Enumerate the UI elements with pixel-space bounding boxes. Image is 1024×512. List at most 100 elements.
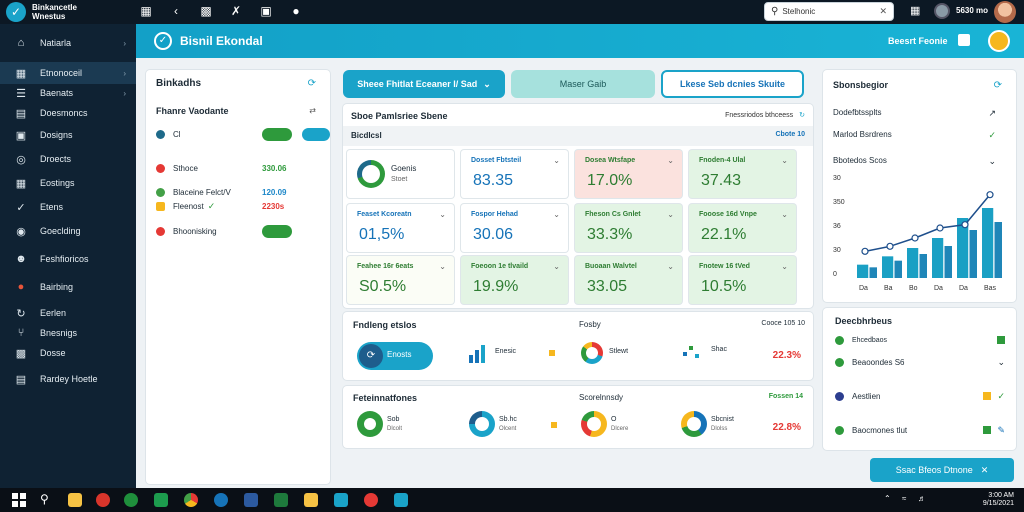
search-icon[interactable]: ⚲: [40, 492, 49, 506]
arrow-icon[interactable]: ↗: [988, 108, 996, 119]
kpi-card[interactable]: Feahee 16r 6eats S0.5% ⌄: [347, 256, 454, 304]
expand-icon[interactable]: ⇄: [309, 106, 316, 115]
chevron-down-icon[interactable]: ⌄: [667, 262, 674, 271]
list-item[interactable]: Sthoce 330.06: [156, 160, 322, 176]
app-icon[interactable]: [244, 493, 258, 507]
tab-secondary[interactable]: Maser Gaib: [511, 70, 655, 98]
refresh-icon[interactable]: ⟳: [308, 78, 316, 89]
check-icon[interactable]: ✓: [988, 130, 996, 141]
kpi-ring-card[interactable]: Goenis Stoet: [347, 150, 454, 198]
kpi-card[interactable]: Fospor Hehad 30.06 ⌄: [461, 204, 568, 252]
list-item[interactable]: Beaoondes S6 ⌄: [835, 354, 1005, 370]
image-icon[interactable]: ▣: [258, 4, 274, 18]
sidebar-item-natiarla[interactable]: ⌂ Natiarla ›: [0, 32, 136, 54]
app-icon[interactable]: [124, 493, 138, 507]
clock[interactable]: 3:00 AM 9/15/2021: [983, 492, 1014, 508]
wifi-icon[interactable]: ≈: [902, 494, 906, 503]
kpi-card[interactable]: Fnotew 16 tVed 10.5% ⌄: [689, 256, 796, 304]
list-item[interactable]: Baocmones tlut ✎: [835, 422, 1005, 438]
app-icon[interactable]: [334, 493, 348, 507]
sidebar-item-etnonoceil[interactable]: ▦ Etnonoceil ›: [0, 62, 136, 84]
clear-icon[interactable]: ✕: [879, 6, 887, 17]
avatar-small[interactable]: [934, 3, 950, 19]
tab-primary[interactable]: Sheee Fhitlat Eceaner l/ Sad ⌄: [343, 70, 505, 98]
app-icon[interactable]: [304, 493, 318, 507]
apps-icon[interactable]: ▩: [198, 4, 214, 18]
notification-icon[interactable]: [958, 34, 970, 46]
sidebar-item-etens[interactable]: ✓ Etens: [0, 196, 136, 218]
kpi-card[interactable]: Fooose 16d Vnpe 22.1% ⌄: [689, 204, 796, 252]
sidebar-item-goeclding[interactable]: ◉ Goeclding: [0, 220, 136, 242]
list-item[interactable]: Fleenost ✓ 2230s: [156, 198, 322, 214]
toggle-on[interactable]: [262, 224, 292, 238]
sheets-icon[interactable]: [154, 493, 168, 507]
sidebar-item-doesmoncs[interactable]: ▤ Doesmoncs: [0, 102, 136, 124]
fire-icon: ●: [17, 281, 25, 293]
tab-tertiary[interactable]: Lkese Seb dcnies Skuite: [661, 70, 804, 98]
apps-grid-icon[interactable]: ▦: [910, 4, 920, 17]
profile-badge[interactable]: [988, 30, 1010, 52]
chevron-down-icon[interactable]: ⌄: [667, 156, 674, 165]
back-icon[interactable]: ‹: [168, 4, 184, 18]
banner-user[interactable]: Beesrt Feonie: [888, 36, 948, 46]
chevron-down-icon[interactable]: ⌄: [439, 210, 446, 219]
volume-icon[interactable]: ♬: [918, 494, 926, 503]
info-icon[interactable]: ↻: [799, 112, 805, 119]
sidebar-item-eerlen[interactable]: ↻ Eerlen: [0, 302, 136, 324]
chevron-down-icon[interactable]: ⌄: [553, 262, 560, 271]
sidebar-item-eostings[interactable]: ▦ Eostings: [0, 172, 136, 194]
edge-icon[interactable]: [214, 493, 228, 507]
chevron-down-icon[interactable]: ⌄: [439, 262, 446, 271]
chevron-down-icon[interactable]: ⌄: [988, 156, 996, 167]
chevron-down-icon[interactable]: ⌄: [667, 210, 674, 219]
sidebar-item-baenats[interactable]: ☰ Baenats ›: [0, 82, 136, 104]
toggle-on[interactable]: [262, 127, 292, 141]
sidebar-item-dosse[interactable]: ▩ Dosse: [0, 342, 136, 364]
page-title: Bisnil Ekondal: [180, 34, 263, 48]
kpi-card[interactable]: Dosset Fbtsteil 83.35 ⌄: [461, 150, 568, 198]
chevron-down-icon[interactable]: ⌄: [553, 156, 560, 165]
kpi-card[interactable]: Fheson Cs Gnlet 33.3% ⌄: [575, 204, 682, 252]
start-icon[interactable]: [12, 493, 26, 507]
kpi-card[interactable]: Foeoon 1e tlvaild 19.9% ⌄: [461, 256, 568, 304]
browser-icon[interactable]: [96, 493, 110, 507]
list-item[interactable]: Ehcedbaos: [835, 332, 1005, 348]
donut-icon: [581, 342, 603, 364]
list-item[interactable]: Aestlien ✓: [835, 388, 1005, 404]
chevron-down-icon[interactable]: ⌄: [781, 210, 788, 219]
folder-icon[interactable]: [68, 493, 82, 507]
sidebar-item-bnesnigs[interactable]: ⑂ Bnesnigs: [0, 322, 136, 344]
sidebar-item-dosigns[interactable]: ▣ Dosigns: [0, 124, 136, 146]
sidebar-item-rardey-hoetle[interactable]: ▤ Rardey Hoetle: [0, 368, 136, 390]
sidebar-item-bairbing[interactable]: ● Bairbing: [0, 276, 136, 298]
sidebar-item-feshfioricos[interactable]: ☻ Feshfioricos: [0, 248, 136, 270]
search-input[interactable]: ⚲ Stelhonic ✕: [764, 2, 894, 21]
chevron-down-icon[interactable]: ⌄: [553, 210, 560, 219]
chevron-down-icon[interactable]: ⌄: [781, 156, 788, 165]
app-icon[interactable]: [364, 493, 378, 507]
tools-icon[interactable]: ✗: [228, 4, 244, 18]
chevron-down-icon[interactable]: ⌄: [781, 262, 788, 271]
chevron-down-icon[interactable]: ⌄: [997, 357, 1005, 368]
kpi-card[interactable]: Fnoden-4 Ulal 37.43 ⌄: [689, 150, 796, 198]
user-label[interactable]: 5630 mo: [956, 6, 988, 15]
brand[interactable]: ✓ Binkancetle Wnestus: [6, 2, 102, 22]
trending-pill[interactable]: ⟳ Enosts: [357, 342, 433, 370]
kpi-card[interactable]: Feaset Kcoreatn 01,5% ⌄: [347, 204, 454, 252]
avatar[interactable]: [994, 1, 1016, 23]
toggle-info[interactable]: [302, 127, 330, 141]
primary-action-button[interactable]: Ssac Bfeos Dtnone ✕: [870, 458, 1014, 482]
list-item[interactable]: Bhoonisking: [156, 223, 322, 239]
tray-up-icon[interactable]: ⌃: [884, 494, 891, 503]
sidebar-item-droects[interactable]: ◎ Droects: [0, 148, 136, 170]
app-icon[interactable]: [274, 493, 288, 507]
refresh-icon[interactable]: ⟳: [994, 80, 1002, 91]
grid-icon[interactable]: ▦: [138, 4, 154, 18]
kpi-card[interactable]: Buoaan Walvtel 33.05 ⌄: [575, 256, 682, 304]
list-item[interactable]: Cl: [156, 126, 330, 142]
edit-icon[interactable]: ✎: [997, 425, 1005, 436]
pin-icon[interactable]: ●: [288, 4, 304, 18]
kpi-card[interactable]: Dosea Wtsfape 17.0% ⌄: [575, 150, 682, 198]
chrome-icon[interactable]: [184, 493, 198, 507]
app-icon[interactable]: [394, 493, 408, 507]
